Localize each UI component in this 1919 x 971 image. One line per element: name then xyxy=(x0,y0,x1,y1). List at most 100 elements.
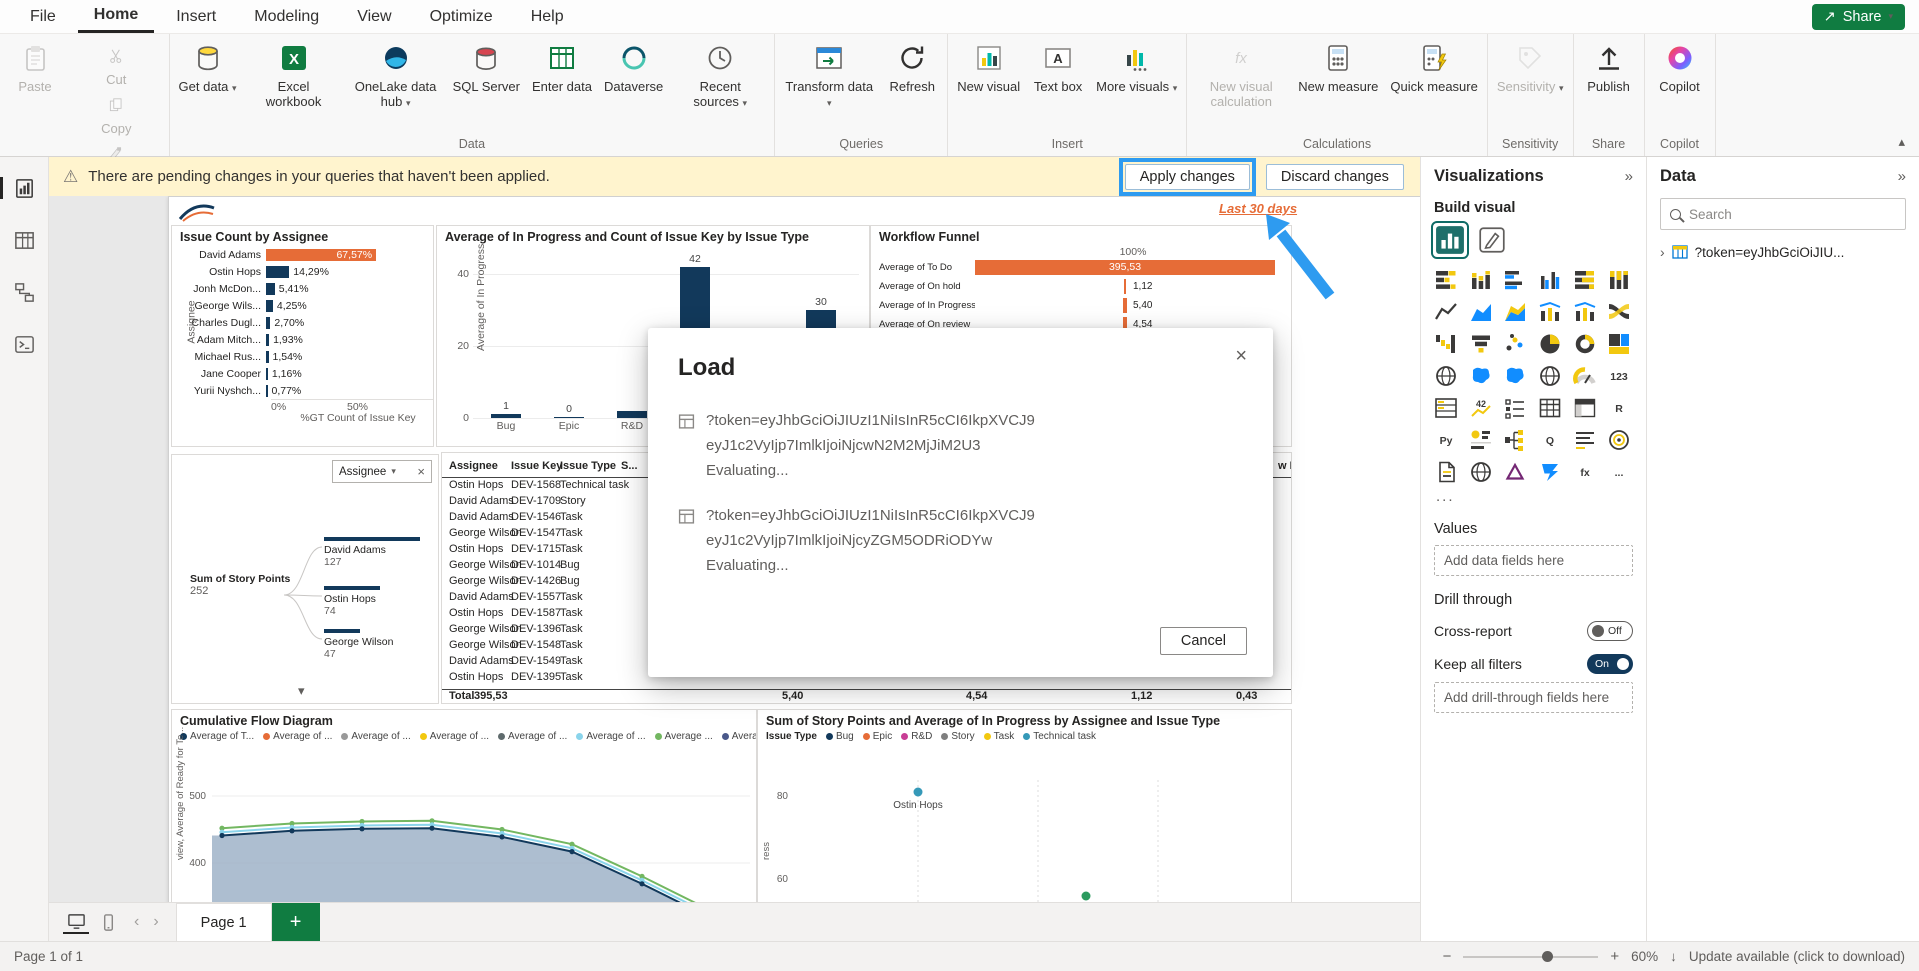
line-chart-icon[interactable] xyxy=(1434,300,1458,324)
column[interactable] xyxy=(554,417,584,418)
power-apps-icon[interactable] xyxy=(1503,460,1527,484)
metrics-icon[interactable] xyxy=(1607,428,1631,452)
mobile-layout-icon[interactable] xyxy=(95,910,121,934)
legend-item[interactable]: Epic xyxy=(863,731,892,742)
legend-item[interactable]: Task xyxy=(984,731,1015,742)
funnel-bar[interactable] xyxy=(1123,298,1127,313)
smart-narrative-icon[interactable] xyxy=(1573,428,1597,452)
legend-item[interactable]: Technical task xyxy=(1023,731,1096,742)
more-visuals-icon[interactable]: ... xyxy=(1607,460,1631,484)
donut-chart-icon[interactable] xyxy=(1573,332,1597,356)
tree-node[interactable]: George Wilson47 xyxy=(324,629,434,660)
recent-sources-button[interactable]: Recent sources ▾ xyxy=(670,36,770,113)
dataverse-button[interactable]: Dataverse xyxy=(599,36,668,96)
add-drill-through-fields-dropzone[interactable]: Add drill-through fields here xyxy=(1434,682,1633,713)
discard-changes-button[interactable]: Discard changes xyxy=(1266,164,1404,190)
cross-report-toggle[interactable]: Off xyxy=(1587,621,1633,641)
keep-all-filters-toggle[interactable]: On xyxy=(1587,654,1633,674)
collapse-ribbon-icon[interactable]: ▴ xyxy=(1898,134,1905,150)
new-visual-calculation-button[interactable]: fxNew visual calculation xyxy=(1191,36,1291,111)
add-data-fields-dropzone[interactable]: Add data fields here xyxy=(1434,545,1633,576)
paste-button[interactable]: Paste xyxy=(4,36,66,96)
legend-item[interactable]: Average ... xyxy=(722,731,756,742)
next-page-icon[interactable]: › xyxy=(146,913,165,931)
menu-home[interactable]: Home xyxy=(78,0,154,33)
column-header[interactable]: Issue Type xyxy=(560,460,616,472)
stacked-bar-chart-icon[interactable] xyxy=(1434,268,1458,292)
100-stacked-column-chart-icon[interactable] xyxy=(1607,268,1631,292)
visual-decomposition-tree[interactable]: Assignee ▾ × Sum of Story Points252 Davi… xyxy=(171,454,439,704)
column-header[interactable]: Issue Key xyxy=(511,460,562,472)
visual-issue-count-by-assignee[interactable]: Issue Count by Assignee Assignee David A… xyxy=(171,225,434,447)
clustered-bar-chart-icon[interactable] xyxy=(1503,268,1527,292)
legend-item[interactable]: Average of ... xyxy=(498,731,567,742)
update-available-link[interactable]: Update available (click to download) xyxy=(1689,949,1905,964)
map-icon[interactable] xyxy=(1434,364,1458,388)
column-header[interactable]: w Fil... xyxy=(1278,460,1292,472)
column-header[interactable]: S... xyxy=(621,460,638,472)
zoom-out-icon[interactable]: − xyxy=(1443,948,1452,965)
copilot-button[interactable]: Copilot xyxy=(1649,36,1711,96)
menu-modeling[interactable]: Modeling xyxy=(238,0,335,33)
cut-button[interactable]: Cut xyxy=(68,44,165,89)
add-page-button[interactable]: + xyxy=(272,903,320,941)
bar[interactable] xyxy=(266,283,275,295)
paginated-report-icon[interactable] xyxy=(1434,460,1458,484)
legend-item[interactable]: R&D xyxy=(901,731,932,742)
build-visual-tab[interactable] xyxy=(1434,224,1466,256)
shape-map-icon[interactable] xyxy=(1503,364,1527,388)
azure-map-icon[interactable] xyxy=(1538,364,1562,388)
multi-row-card-icon[interactable] xyxy=(1434,396,1458,420)
bar[interactable]: 67,57% xyxy=(266,249,376,261)
bar[interactable] xyxy=(266,334,269,346)
legend-item[interactable]: Average of ... xyxy=(420,731,489,742)
model-view-icon[interactable] xyxy=(9,277,39,307)
bar[interactable] xyxy=(266,300,273,312)
desktop-layout-icon[interactable] xyxy=(63,910,89,934)
page-tab[interactable]: Page 1 xyxy=(176,903,272,941)
sensitivity-button[interactable]: Sensitivity ▾ xyxy=(1492,36,1569,98)
new-visual-button[interactable]: New visual xyxy=(952,36,1025,96)
collapse-pane-icon[interactable]: » xyxy=(1625,168,1633,185)
kpi-icon[interactable]: 42 xyxy=(1469,396,1493,420)
column[interactable] xyxy=(617,411,647,418)
collapse-pane-icon[interactable]: » xyxy=(1898,168,1906,185)
arcgis-map-icon[interactable] xyxy=(1469,460,1493,484)
line-and-clustered-column-chart-icon[interactable] xyxy=(1573,300,1597,324)
waterfall-chart-icon[interactable] xyxy=(1434,332,1458,356)
publish-button[interactable]: Publish xyxy=(1578,36,1640,96)
onelake-data-hub-button[interactable]: OneLake data hub ▾ xyxy=(346,36,446,113)
format-visual-tab[interactable] xyxy=(1476,224,1508,256)
legend-item[interactable]: Story xyxy=(941,731,974,742)
python-visual-icon[interactable]: Py xyxy=(1434,428,1458,452)
copy-button[interactable]: Copy xyxy=(68,93,165,138)
data-point[interactable] xyxy=(1082,892,1091,901)
apply-changes-button[interactable]: Apply changes xyxy=(1125,164,1250,190)
zoom-in-icon[interactable]: + xyxy=(1610,948,1619,965)
scatter-chart-icon[interactable] xyxy=(1503,332,1527,356)
visual-cumulative-flow-diagram[interactable]: Cumulative Flow Diagram Average of T...A… xyxy=(171,709,757,902)
data-point[interactable] xyxy=(914,788,923,797)
enter-data-button[interactable]: Enter data xyxy=(527,36,597,96)
matrix-icon[interactable] xyxy=(1573,396,1597,420)
area-chart-icon[interactable] xyxy=(1469,300,1493,324)
cancel-button[interactable]: Cancel xyxy=(1160,627,1247,655)
funnel-chart-icon[interactable] xyxy=(1469,332,1493,356)
tree-node[interactable]: David Adams127 xyxy=(324,537,434,568)
key-influencers-icon[interactable] xyxy=(1469,428,1493,452)
close-dialog-icon[interactable]: × xyxy=(1229,344,1253,369)
funnel-bar[interactable]: 395,53 xyxy=(975,260,1275,275)
clustered-column-chart-icon[interactable] xyxy=(1538,268,1562,292)
ribbon-chart-icon[interactable] xyxy=(1607,300,1631,324)
legend-item[interactable]: Average ... xyxy=(655,731,713,742)
tree-root-node[interactable]: Sum of Story Points252 xyxy=(190,573,290,597)
table-icon[interactable] xyxy=(1538,396,1562,420)
quick-measure-button[interactable]: Quick measure xyxy=(1385,36,1482,96)
previous-page-icon[interactable]: ‹ xyxy=(127,913,146,931)
data-model-item[interactable]: › ?token=eyJhbGciOiJIU... xyxy=(1660,244,1906,260)
legend-item[interactable]: Average of T... xyxy=(180,731,254,742)
menu-view[interactable]: View xyxy=(341,0,407,33)
treemap-icon[interactable] xyxy=(1607,332,1631,356)
more-visuals-button[interactable]: More visuals ▾ xyxy=(1091,36,1182,98)
refresh-button[interactable]: Refresh xyxy=(881,36,943,96)
